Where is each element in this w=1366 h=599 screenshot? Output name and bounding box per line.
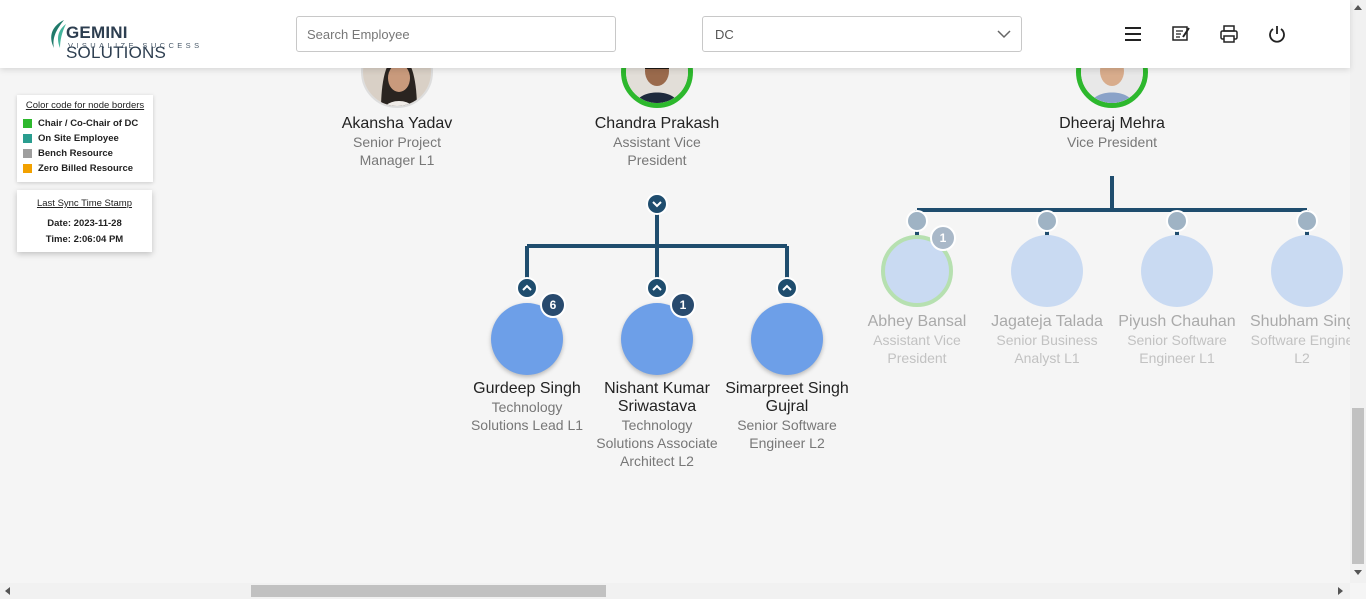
node-dheeraj[interactable]: Dheeraj Mehra Vice President	[1047, 115, 1177, 151]
scroll-down-arrow[interactable]	[1354, 570, 1362, 575]
search-employee-input[interactable]	[296, 16, 616, 52]
power-icon[interactable]	[1267, 24, 1287, 44]
reports-count-badge: 6	[540, 292, 566, 318]
expand-toggle-nishant[interactable]	[646, 277, 668, 299]
vertical-scroll-thumb[interactable]	[1352, 408, 1364, 564]
feedback-icon[interactable]	[1171, 24, 1191, 44]
menu-icon[interactable]	[1123, 24, 1143, 44]
node-chandra[interactable]: Chandra Prakash Assistant Vice President	[592, 115, 722, 169]
node-akansha[interactable]: Akansha Yadav Senior Project Manager L1	[332, 115, 462, 169]
expand-toggle-gurdeep[interactable]	[516, 277, 538, 299]
toggle-jagateja[interactable]	[1036, 210, 1058, 232]
toggle-piyush[interactable]	[1166, 210, 1188, 232]
node-abhey[interactable]: Abhey Bansal Assistant Vice President	[852, 313, 982, 367]
collapse-toggle-chandra[interactable]	[646, 193, 668, 215]
chevron-up-icon	[652, 284, 662, 291]
horizontal-scroll-thumb[interactable]	[251, 585, 606, 597]
vertical-scrollbar[interactable]	[1350, 0, 1366, 583]
avatar-piyush[interactable]	[1141, 235, 1213, 307]
horizontal-scrollbar[interactable]	[0, 583, 1350, 599]
node-nishant[interactable]: Nishant Kumar Sriwastava Technology Solu…	[592, 380, 722, 470]
leaf-logo-icon	[51, 20, 66, 48]
scroll-up-arrow[interactable]	[1354, 5, 1362, 10]
node-jagateja[interactable]: Jagateja Talada Senior Business Analyst …	[982, 313, 1112, 367]
node-gurdeep[interactable]: Gurdeep Singh Technology Solutions Lead …	[462, 380, 592, 434]
reports-count-badge: 1	[930, 225, 956, 251]
node-piyush[interactable]: Piyush Chauhan Senior Software Engineer …	[1112, 313, 1242, 367]
scroll-right-arrow[interactable]	[1338, 587, 1343, 595]
chevron-down-icon	[997, 30, 1011, 39]
node-simarpreet[interactable]: Simarpreet Singh Gujral Senior Software …	[722, 380, 852, 452]
chevron-down-icon	[652, 201, 662, 208]
scroll-left-arrow[interactable]	[5, 587, 10, 595]
company-logo[interactable]: GEMINI SOLUTIONS VISUALIZE SUCCESS	[46, 18, 216, 62]
avatar-shubham[interactable]	[1271, 235, 1343, 307]
node-shubham[interactable]: Shubham Sing Software Engine L2	[1242, 313, 1350, 367]
chevron-up-icon	[782, 284, 792, 291]
avatar-simarpreet[interactable]	[751, 303, 823, 375]
print-icon[interactable]	[1219, 24, 1239, 44]
toggle-abhey[interactable]	[906, 210, 928, 232]
avatar-jagateja[interactable]	[1011, 235, 1083, 307]
logo-tagline: VISUALIZE SUCCESS	[68, 41, 203, 50]
department-selected-value: DC	[715, 26, 734, 42]
expand-toggle-simarpreet[interactable]	[776, 277, 798, 299]
reports-count-badge: 1	[670, 292, 696, 318]
department-select[interactable]: DC	[702, 16, 1022, 52]
chevron-up-icon	[522, 284, 532, 291]
toggle-shubham[interactable]	[1296, 210, 1318, 232]
top-navbar: GEMINI SOLUTIONS VISUALIZE SUCCESS DC	[0, 0, 1350, 68]
